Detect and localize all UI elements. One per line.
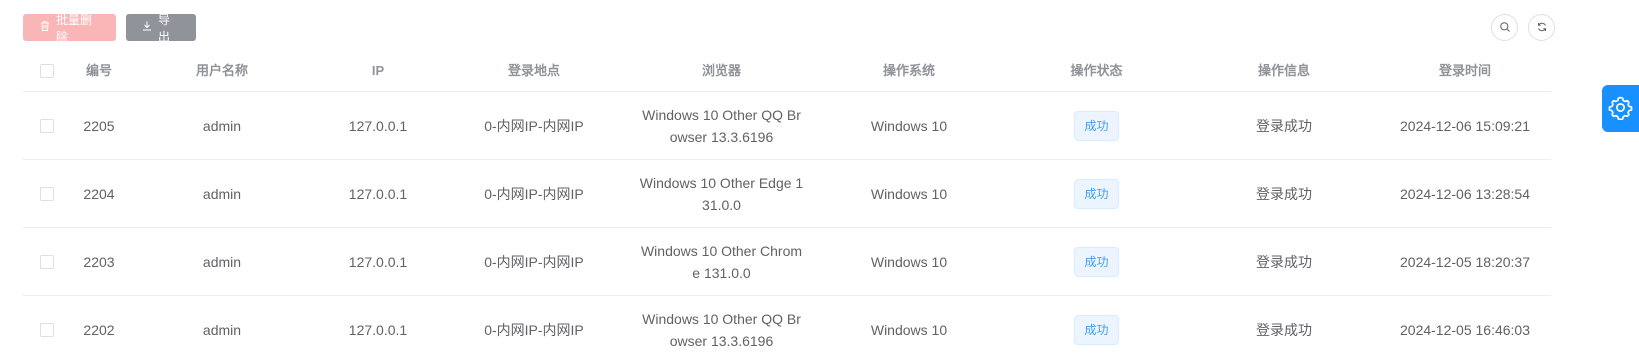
toolbar: 批量删除 导出: [23, 13, 196, 44]
table-row[interactable]: 2202 admin 127.0.0.1 0-内网IP-内网IP Windows…: [23, 296, 1551, 362]
cell-ip: 127.0.0.1: [348, 321, 408, 338]
cell-info: 登录成功: [1256, 185, 1312, 202]
cell-location: 0-内网IP-内网IP: [484, 253, 584, 270]
cell-browser: Windows 10 Other QQ Browser 13.3.6196: [642, 106, 801, 145]
cell-info: 登录成功: [1256, 321, 1312, 338]
header-location: 登录地点: [507, 63, 560, 78]
refresh-button[interactable]: [1528, 14, 1555, 41]
status-badge: 成功: [1074, 178, 1119, 209]
cell-location: 0-内网IP-内网IP: [484, 321, 584, 338]
cell-username: admin: [202, 321, 242, 338]
cell-browser: Windows 10 Other QQ Browser 13.3.6196: [642, 310, 801, 349]
cell-location: 0-内网IP-内网IP: [484, 185, 584, 202]
cell-status: 成功: [1004, 314, 1189, 345]
cell-id: 2204: [83, 185, 115, 202]
row-checkbox-cell: [23, 118, 71, 133]
row-checkbox[interactable]: [40, 322, 54, 337]
status-badge: 成功: [1074, 246, 1119, 277]
cell-id: 2205: [83, 117, 115, 134]
refresh-icon: [1536, 20, 1548, 36]
cell-username: admin: [202, 117, 242, 134]
header-status: 操作状态: [1070, 63, 1123, 78]
cell-time: 2024-12-06 15:09:21: [1400, 117, 1530, 134]
cell-status: 成功: [1004, 246, 1189, 277]
table-header: 编号 用户名称 IP 登录地点 浏览器 操作系统 操作状态 操作信息 登录时间: [23, 51, 1551, 92]
row-checkbox[interactable]: [40, 118, 54, 133]
row-checkbox-cell: [23, 186, 71, 201]
table-row[interactable]: 2203 admin 127.0.0.1 0-内网IP-内网IP Windows…: [23, 228, 1551, 296]
cell-time: 2024-12-06 13:28:54: [1400, 185, 1530, 202]
export-button[interactable]: 导出: [126, 13, 196, 44]
cell-browser: Windows 10 Other Edge 131.0.0: [639, 174, 804, 213]
cell-status: 成功: [1004, 110, 1189, 141]
cell-status: 成功: [1004, 178, 1189, 209]
cell-os: Windows 10: [870, 117, 948, 134]
row-checkbox-cell: [23, 254, 71, 269]
header-time: 登录时间: [1438, 63, 1491, 78]
batch-delete-button[interactable]: 批量删除: [23, 13, 116, 44]
cell-location: 0-内网IP-内网IP: [484, 117, 584, 134]
trash-icon: [39, 20, 51, 35]
batch-delete-label: 批量删除: [56, 12, 93, 44]
table-row[interactable]: 2204 admin 127.0.0.1 0-内网IP-内网IP Windows…: [23, 160, 1551, 228]
table-row[interactable]: 2205 admin 127.0.0.1 0-内网IP-内网IP Windows…: [23, 92, 1551, 160]
cell-os: Windows 10: [870, 253, 948, 270]
header-id: 编号: [85, 63, 112, 78]
select-all-checkbox[interactable]: [40, 64, 54, 78]
cell-username: admin: [202, 185, 242, 202]
header-browser: 浏览器: [701, 63, 741, 78]
header-checkbox-cell: [23, 64, 71, 78]
status-badge: 成功: [1074, 314, 1119, 345]
cell-info: 登录成功: [1256, 253, 1312, 270]
cell-id: 2202: [83, 321, 115, 338]
export-label: 导出: [158, 12, 171, 44]
cell-browser: Windows 10 Other Chrome 131.0.0: [640, 242, 803, 281]
cell-time: 2024-12-05 18:20:37: [1400, 253, 1530, 270]
row-checkbox-cell: [23, 322, 71, 337]
cell-ip: 127.0.0.1: [348, 185, 408, 202]
cell-id: 2203: [83, 253, 115, 270]
cell-ip: 127.0.0.1: [348, 117, 408, 134]
cell-ip: 127.0.0.1: [348, 253, 408, 270]
header-username: 用户名称: [195, 63, 248, 78]
login-log-table: 编号 用户名称 IP 登录地点 浏览器 操作系统 操作状态 操作信息 登录时间 …: [23, 51, 1551, 362]
row-checkbox[interactable]: [40, 254, 54, 269]
settings-panel-toggle[interactable]: [1602, 85, 1639, 132]
header-os: 操作系统: [882, 63, 935, 78]
cell-username: admin: [202, 253, 242, 270]
header-ip: IP: [371, 63, 385, 78]
search-icon: [1499, 20, 1511, 36]
status-badge: 成功: [1074, 110, 1119, 141]
search-toggle-button[interactable]: [1491, 14, 1518, 41]
table-tools: [1491, 14, 1555, 41]
header-info: 操作信息: [1257, 63, 1310, 78]
download-icon: [141, 20, 153, 35]
cell-time: 2024-12-05 16:46:03: [1400, 321, 1530, 338]
cell-os: Windows 10: [870, 185, 948, 202]
cell-os: Windows 10: [870, 321, 948, 338]
gear-icon: [1608, 95, 1633, 123]
row-checkbox[interactable]: [40, 186, 54, 201]
cell-info: 登录成功: [1256, 117, 1312, 134]
